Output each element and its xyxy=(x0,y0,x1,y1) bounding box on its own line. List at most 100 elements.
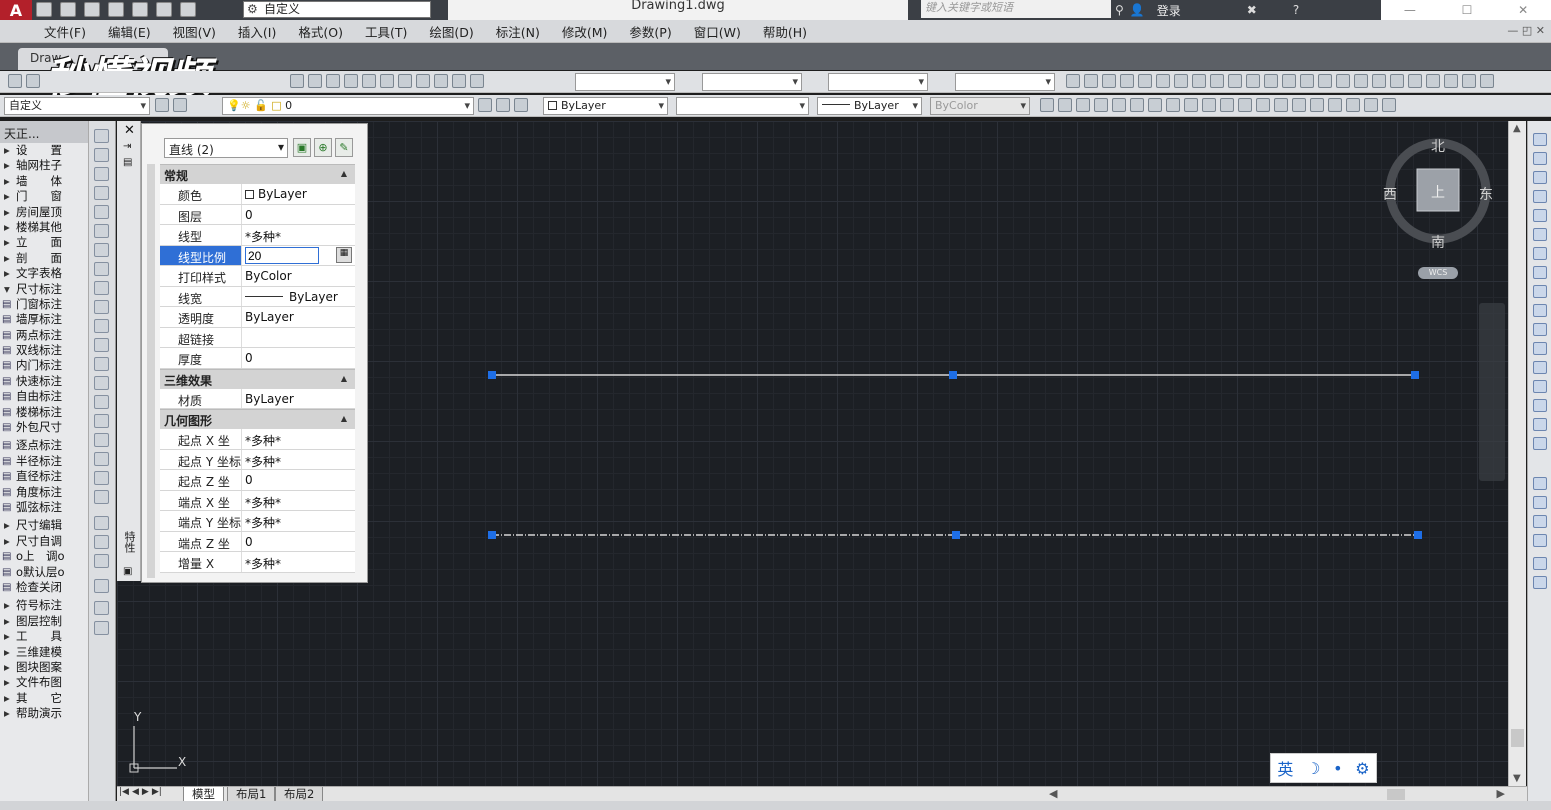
fillet-icon[interactable] xyxy=(1533,399,1547,412)
tool-icon[interactable] xyxy=(1112,98,1126,112)
application-menu-button[interactable]: A xyxy=(0,0,32,22)
insert-block-icon[interactable] xyxy=(94,338,109,352)
select-objects-button[interactable]: ⊕ xyxy=(314,138,332,157)
property-row[interactable]: 材质 ByLayer xyxy=(160,388,355,409)
menu-draw[interactable]: 绘图(D) xyxy=(429,22,473,41)
menu-group[interactable]: 符号标注 xyxy=(0,598,88,613)
ellipse-arc-icon[interactable] xyxy=(94,319,109,333)
login-link[interactable]: 登录 xyxy=(1157,2,1181,19)
new-icon[interactable] xyxy=(36,2,52,17)
tool-icon[interactable] xyxy=(1058,98,1072,112)
menu-insert[interactable]: 插入(I) xyxy=(238,22,276,41)
tool-icon[interactable] xyxy=(1130,98,1144,112)
property-value[interactable]: ByLayer xyxy=(242,307,355,327)
save-as-icon[interactable] xyxy=(108,2,124,17)
menu-tool[interactable]: 自由标注 xyxy=(0,389,88,404)
tool-icon[interactable] xyxy=(1228,74,1242,88)
menu-tool[interactable]: 内门标注 xyxy=(0,358,88,373)
menu-parametric[interactable]: 参数(P) xyxy=(629,22,671,41)
ime-language[interactable]: 英 xyxy=(1277,756,1293,780)
tool-icon[interactable] xyxy=(1292,98,1306,112)
move-icon[interactable] xyxy=(1533,228,1547,241)
scroll-left-icon[interactable]: ◀ xyxy=(1049,787,1057,800)
menu-tools[interactable]: 工具(T) xyxy=(365,22,407,41)
property-value[interactable] xyxy=(242,328,355,348)
tool-icon[interactable] xyxy=(1220,98,1234,112)
tool-icon[interactable] xyxy=(1156,74,1170,88)
menu-tool[interactable]: 检查关闭 xyxy=(0,580,88,595)
tool-icon[interactable] xyxy=(1102,74,1116,88)
tool-icon[interactable] xyxy=(1066,74,1080,88)
toggle-pickadd-button[interactable]: ▣ xyxy=(293,138,311,157)
menu-modify[interactable]: 修改(M) xyxy=(562,22,608,41)
tool-icon[interactable] xyxy=(1138,74,1152,88)
scale-icon[interactable] xyxy=(1533,266,1547,279)
point-icon[interactable] xyxy=(94,376,109,390)
zoom-previous-icon[interactable] xyxy=(344,74,358,88)
tool-icon[interactable] xyxy=(1462,74,1476,88)
property-value[interactable]: *多种* xyxy=(242,225,355,245)
tab-layout2[interactable]: 布局2 xyxy=(275,787,324,802)
qnew-icon[interactable] xyxy=(8,74,22,88)
lineweight-combo[interactable]: ByLayer xyxy=(817,97,922,115)
tool-icon[interactable] xyxy=(1076,98,1090,112)
tool-icon[interactable] xyxy=(1310,98,1324,112)
stretch-icon[interactable] xyxy=(1533,285,1547,298)
calculator-icon[interactable]: ▦ xyxy=(336,246,352,263)
tool-icon[interactable] xyxy=(1264,74,1278,88)
print-icon[interactable] xyxy=(132,2,148,17)
menu-group[interactable]: 图块图案 xyxy=(0,660,88,675)
property-value[interactable]: ByLayer xyxy=(242,389,355,409)
explode-icon[interactable] xyxy=(1533,437,1547,450)
calculator-icon[interactable] xyxy=(452,74,466,88)
hscroll-thumb[interactable] xyxy=(1387,789,1405,800)
undo-icon[interactable] xyxy=(156,2,172,17)
menu-tool[interactable]: 双线标注 xyxy=(0,343,88,358)
linetype-combo[interactable] xyxy=(676,97,809,115)
property-value[interactable]: 0 xyxy=(242,532,355,552)
grip-end[interactable] xyxy=(1414,531,1422,539)
xline-icon[interactable] xyxy=(94,148,109,162)
menu-group[interactable]: 图层控制 xyxy=(0,614,88,629)
text-style-select[interactable] xyxy=(575,73,675,91)
mirror-icon[interactable] xyxy=(1533,171,1547,184)
property-row[interactable]: 厚度 0 xyxy=(160,348,355,369)
tab-model[interactable]: 模型 xyxy=(183,787,224,802)
scroll-right-icon[interactable]: ▶ xyxy=(1497,787,1505,800)
tool-icon[interactable] xyxy=(1084,74,1098,88)
menu-tool[interactable]: 楼梯标注 xyxy=(0,405,88,420)
grip-start[interactable] xyxy=(488,371,496,379)
viewcube-east[interactable]: 东 xyxy=(1479,184,1493,204)
menu-group[interactable]: 楼梯其他 xyxy=(0,220,88,235)
property-value[interactable]: ByLayer xyxy=(242,287,355,307)
tool-icon[interactable] xyxy=(1202,98,1216,112)
property-value[interactable]: *多种* xyxy=(242,552,355,572)
first-layout-icon[interactable]: |◀ xyxy=(119,787,129,797)
menu-group[interactable]: 设 置 xyxy=(0,143,88,158)
menu-tool[interactable]: 尺寸编辑 xyxy=(0,518,88,533)
property-value[interactable]: *多种* xyxy=(242,491,355,511)
sheetset-icon[interactable] xyxy=(416,74,430,88)
tool-icon[interactable] xyxy=(1364,98,1378,112)
viewcube-west[interactable]: 西 xyxy=(1383,184,1397,204)
tool-icon[interactable] xyxy=(1346,98,1360,112)
menu-tool[interactable]: 外包尺寸 xyxy=(0,420,88,435)
quick-select-button[interactable]: ✎ xyxy=(335,138,353,157)
property-row[interactable]: 端点 Y 坐标 *多种* xyxy=(160,511,355,532)
menu-window[interactable]: 窗口(W) xyxy=(694,22,741,41)
maximize-icon[interactable]: ☐ xyxy=(1462,3,1473,17)
make-block-icon[interactable] xyxy=(94,357,109,371)
layer-match-icon[interactable] xyxy=(514,98,528,112)
tool-icon[interactable] xyxy=(1480,74,1494,88)
tool-icon[interactable] xyxy=(94,621,109,635)
navigation-bar[interactable] xyxy=(1479,303,1505,481)
menu-group[interactable]: 轴网柱子 xyxy=(0,158,88,173)
tool-icon[interactable] xyxy=(1533,496,1547,509)
tool-icon[interactable] xyxy=(1390,74,1404,88)
horizontal-scrollbar[interactable]: ◀ ▶ xyxy=(1047,787,1507,801)
grip-end[interactable] xyxy=(1411,371,1419,379)
prev-layout-icon[interactable]: ◀ xyxy=(132,787,139,797)
trim-icon[interactable] xyxy=(1533,304,1547,317)
menu-group[interactable]: 墙 体 xyxy=(0,174,88,189)
menu-edit[interactable]: 编辑(E) xyxy=(108,22,151,41)
